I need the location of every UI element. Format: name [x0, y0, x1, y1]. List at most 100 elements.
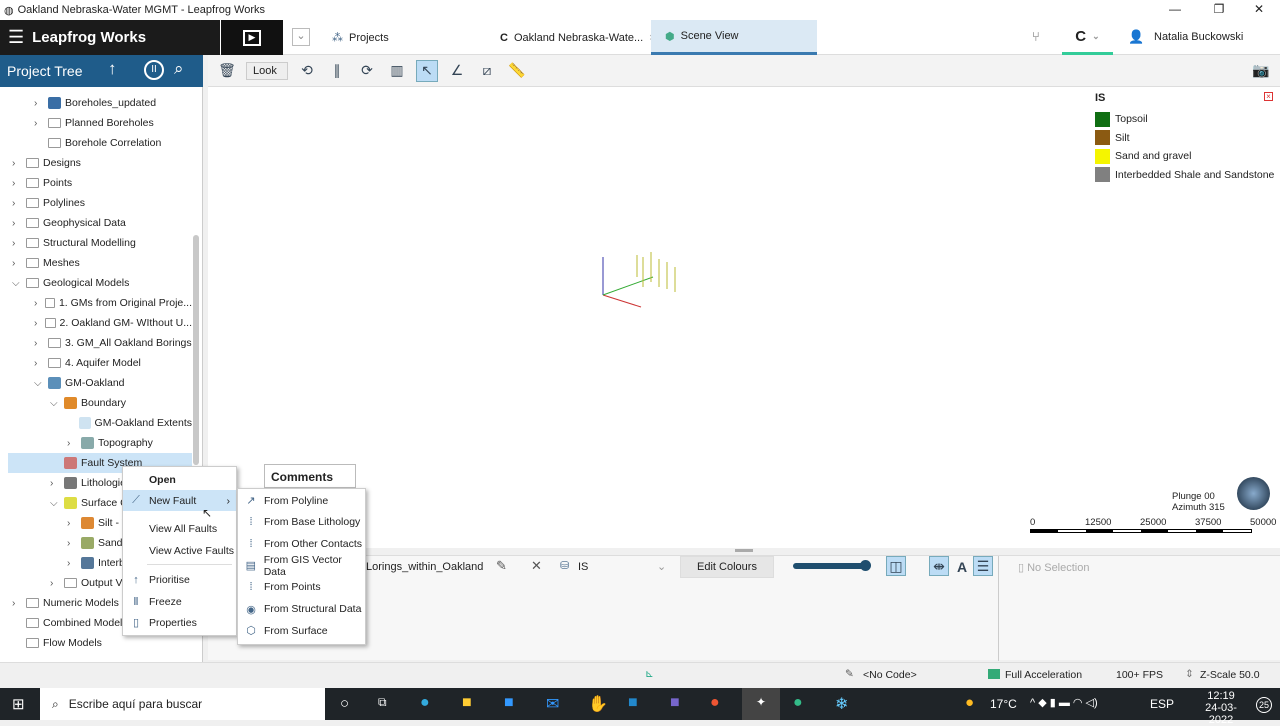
mail-icon[interactable]: ✉ — [546, 694, 559, 714]
menu-item-prioritise[interactable]: ↑ Prioritise — [123, 569, 236, 590]
scene-view[interactable]: IS Topsoil Silt Sand and gravel Interbedded… — [208, 87, 1280, 548]
rotate-icon[interactable]: ⟲ — [296, 60, 318, 82]
tree-item[interactable]: › 2. Oakland GM- WIthout U... — [0, 313, 192, 333]
tree-item[interactable]: Flow Models — [0, 633, 192, 653]
close-legend-icon[interactable]: × — [1264, 92, 1273, 101]
viewer-globe-icon[interactable] — [1237, 477, 1270, 510]
powerpoint-icon[interactable]: ● — [710, 694, 720, 712]
comments-tab[interactable]: Comments — [264, 464, 356, 488]
column-dropdown[interactable]: IS — [578, 561, 666, 573]
menu-item-open[interactable]: Open — [123, 469, 236, 490]
chevron-right-icon[interactable]: › — [67, 558, 81, 569]
splitter-handle[interactable] — [735, 549, 753, 552]
search-icon[interactable]: ⌕ — [174, 59, 184, 79]
user-name[interactable]: Natalia Buckowski — [1154, 31, 1243, 43]
chevron-right-icon[interactable]: › — [12, 178, 26, 189]
screenshot-icon[interactable]: 📷 — [1250, 60, 1272, 82]
chevron-right-icon[interactable]: › — [34, 98, 48, 109]
minimize-button[interactable]: — — [1160, 2, 1190, 16]
tab-projects[interactable]: ⁂ Projects — [318, 20, 403, 55]
tree-item[interactable]: › 4. Aquifer Model — [0, 353, 192, 373]
look-dropdown[interactable]: Look — [246, 61, 288, 80]
reset-slice-icon[interactable]: ⟳ — [356, 60, 378, 82]
chevron-right-icon[interactable]: › — [34, 338, 48, 349]
language[interactable]: ESP — [1150, 697, 1174, 711]
brand[interactable]: ☰ Leapfrog Works — [0, 20, 220, 55]
menu-item-properties[interactable]: ▯ Properties — [123, 612, 236, 633]
slice-mode-icon[interactable]: ▥ — [386, 60, 408, 82]
chevron-down-icon[interactable]: ⌵ — [12, 278, 26, 289]
code-status[interactable]: <No Code> — [863, 669, 917, 681]
chevron-right-icon[interactable]: › — [12, 598, 26, 609]
submenu-item-from-points[interactable]: ⁞ From Points — [238, 577, 365, 598]
tree-item[interactable]: › Topography — [0, 433, 192, 453]
file-explorer-icon[interactable]: ■ — [462, 694, 472, 712]
cortana-icon[interactable]: ○ — [340, 695, 349, 712]
tree-item[interactable]: GM-Oakland Extents — [0, 413, 192, 433]
tree-item[interactable]: › Polylines — [0, 193, 192, 213]
chevron-right-icon[interactable]: › — [50, 578, 64, 589]
tab-scene-view[interactable]: ⬢ Scene View — [651, 20, 817, 55]
tree-item[interactable]: › Points — [0, 173, 192, 193]
windows-start-icon[interactable]: ⊞ — [12, 695, 25, 713]
chevron-right-icon[interactable]: › — [67, 438, 81, 449]
tree-item[interactable]: › 3. GM_All Oakland Borings — [0, 333, 192, 353]
tree-item[interactable]: Borehole Correlation — [0, 133, 192, 153]
tree-item[interactable]: › Designs — [0, 153, 192, 173]
app-icon[interactable]: ✋ — [588, 694, 608, 714]
teams-icon[interactable]: ■ — [670, 694, 680, 712]
display-mode-icon[interactable]: ◫ — [886, 556, 906, 576]
notification-badge[interactable]: 25 — [1256, 697, 1272, 713]
submenu-item-from-structural-data[interactable]: ◉ From Structural Data — [238, 599, 365, 620]
tab-project[interactable]: COakland Nebraska-Wate...× — [486, 20, 670, 55]
chevron-right-icon[interactable]: › — [12, 198, 26, 209]
submenu-item-from-gis-vector-data[interactable]: ▤ From GIS Vector Data — [238, 554, 365, 578]
remove-icon[interactable]: ✕ — [531, 558, 542, 574]
submenu-item-from-polyline[interactable]: ↗ From Polyline — [238, 490, 365, 511]
tree-item[interactable]: ⌵ GM-Oakland — [0, 373, 192, 393]
tree-item[interactable]: ⌵ Boundary — [0, 393, 192, 413]
filter-icon[interactable]: ⇼ — [929, 556, 949, 576]
menu-item-new-fault[interactable]: ⟋ New Fault › — [123, 490, 236, 511]
chevron-right-icon[interactable]: › — [67, 538, 81, 549]
chevron-right-icon[interactable]: › — [34, 298, 45, 309]
tree-item[interactable]: › Structural Modelling — [0, 233, 192, 253]
edit-icon[interactable]: ✎ — [496, 558, 507, 574]
menu-item-freeze[interactable]: Ⅱ Freeze — [123, 591, 236, 612]
branch-icon[interactable]: ⑂ — [1032, 29, 1040, 44]
pause-icon[interactable]: II — [144, 60, 164, 80]
edge-icon[interactable]: ● — [420, 694, 430, 712]
task-view-icon[interactable]: ⧉ — [378, 695, 387, 710]
chevron-down-icon[interactable]: ⌵ — [50, 498, 64, 509]
taskbar-search[interactable]: ⌕ Escribe aquí para buscar — [40, 688, 325, 720]
tray-icons[interactable]: ^ ◆ ▮ ▬ ◠ ◁) — [1030, 696, 1098, 709]
up-arrow-icon[interactable]: ↑ — [108, 59, 117, 79]
close-button[interactable]: ✕ — [1244, 2, 1274, 16]
clock[interactable]: 12:19 24-03-2022 — [1196, 690, 1246, 726]
menu-icon[interactable]: ☰ — [8, 27, 24, 48]
tree-item[interactable]: ⌵ Geological Models — [0, 273, 192, 293]
tree-item[interactable]: › Planned Boreholes — [0, 113, 192, 133]
chevron-right-icon[interactable]: › — [34, 358, 48, 369]
chevron-right-icon[interactable]: › — [12, 238, 26, 249]
maximize-button[interactable]: ❐ — [1204, 2, 1234, 16]
chevron-right-icon[interactable]: › — [12, 218, 26, 229]
slack-icon[interactable]: ● — [793, 694, 803, 712]
chevron-down-icon[interactable]: ⌄ — [657, 560, 666, 573]
settings-app-icon[interactable]: ❄ — [835, 694, 848, 714]
leapfrog-taskbar-icon[interactable]: ✦ — [742, 688, 780, 720]
play-button[interactable]: ▶ — [221, 20, 283, 55]
chevron-right-icon[interactable]: › — [34, 118, 48, 129]
submenu-item-from-base-lithology[interactable]: ⁞ From Base Lithology — [238, 512, 365, 533]
chevron-down-icon[interactable]: ⌵ — [50, 398, 64, 409]
temperature[interactable]: 17°C — [990, 697, 1017, 711]
draw-slice-icon[interactable]: ∥ — [326, 60, 348, 82]
opacity-slider-handle[interactable] — [860, 560, 871, 571]
ruler-icon[interactable]: 📏 — [506, 60, 528, 82]
outlook-icon[interactable]: ■ — [628, 694, 638, 712]
tree-item[interactable]: › Boreholes_updated — [0, 93, 192, 113]
list-icon[interactable]: ☰ — [973, 556, 993, 576]
tree-item[interactable]: › 1. GMs from Original Proje... — [0, 293, 192, 313]
dropdown-button[interactable]: ⌄ — [292, 28, 310, 46]
tree-item[interactable]: › Meshes — [0, 253, 192, 273]
